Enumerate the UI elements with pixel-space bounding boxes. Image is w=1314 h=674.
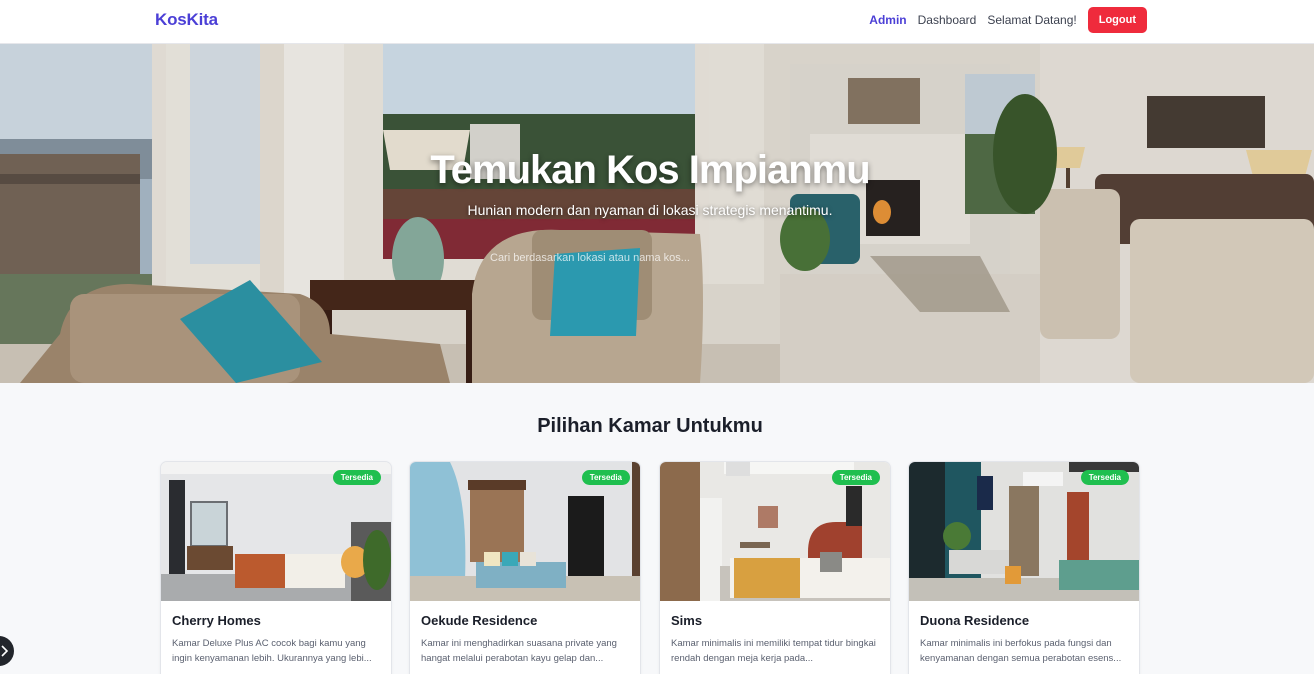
room-description: Kamar minimalis ini memiliki tempat tidu… [671, 638, 876, 664]
chevron-icon [1, 645, 9, 657]
navbar: KosKita Admin Dashboard Selamat Datang! … [0, 0, 1314, 44]
room-title: Duona Residence [920, 613, 1030, 628]
room-card[interactable]: Tersedia Sims Kamar minimalis ini memili… [659, 461, 891, 674]
room-description: Kamar ini menghadirkan suasana private y… [421, 638, 617, 664]
status-badge: Tersedia [581, 470, 630, 485]
hero-banner: Temukan Kos Impianmu Hunian modern dan n… [0, 44, 1314, 383]
nav-link-dashboard[interactable]: Dashboard [918, 13, 977, 27]
floating-action-button[interactable] [0, 636, 14, 666]
hero-subtitle: Hunian modern dan nyaman di lokasi strat… [467, 202, 833, 218]
status-badge: Tersedia [831, 470, 880, 485]
room-card[interactable]: Tersedia Duona Residence Kamar minimalis… [908, 461, 1140, 674]
status-badge: Tersedia [1080, 470, 1129, 485]
room-title: Sims [671, 613, 703, 628]
room-description: Kamar Deluxe Plus AC cocok bagi kamu yan… [172, 638, 372, 664]
room-title: Oekude Residence [421, 613, 538, 628]
status-badge: Tersedia [332, 470, 381, 485]
nav-link-admin[interactable]: Admin [869, 13, 906, 27]
logout-button[interactable]: Logout [1087, 7, 1147, 33]
room-card[interactable]: Tersedia Oekude Residence Kamar ini meng… [409, 461, 641, 674]
nav-greeting: Selamat Datang! [987, 13, 1077, 27]
nav-links: Admin Dashboard Selamat Datang! Logout [858, 7, 1147, 33]
room-description: Kamar minimalis ini berfokus pada fungsi… [920, 638, 1122, 664]
room-card[interactable]: Tersedia Cherry Homes Kamar Deluxe Plus … [160, 461, 392, 674]
room-title: Cherry Homes [172, 613, 261, 628]
section-title: Pilihan Kamar Untukmu [537, 415, 763, 437]
search-input[interactable] [480, 244, 810, 272]
hero-title: Temukan Kos Impianmu [430, 148, 870, 192]
brand-logo[interactable]: KosKita [155, 10, 218, 30]
